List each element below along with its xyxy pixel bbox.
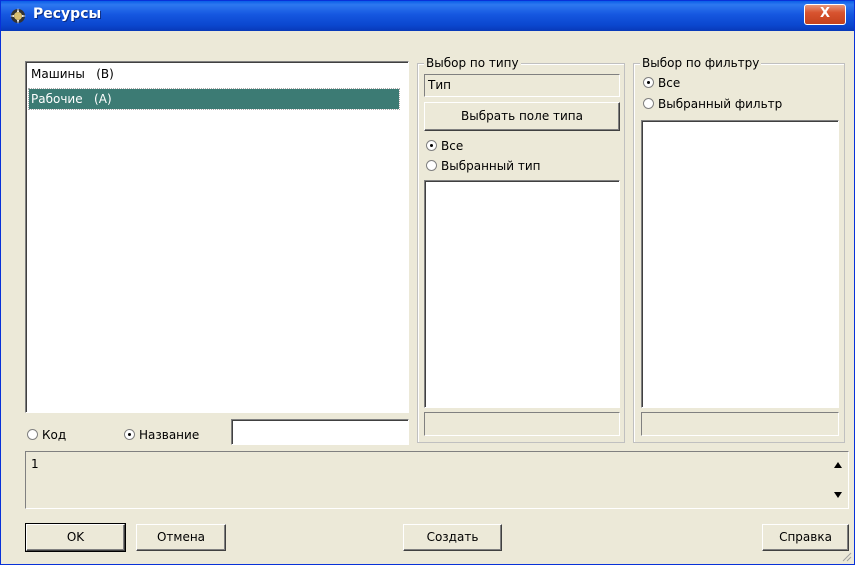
type-filter-group-label: Выбор по типу	[424, 55, 521, 71]
resources-dialog: Ресурсы X Машины (В) Рабочие (А) Код Наз…	[0, 0, 855, 565]
radio-type-all-dot[interactable]	[426, 140, 437, 151]
info-textbox[interactable]: 1	[25, 451, 849, 509]
radio-filter-all-dot[interactable]	[643, 77, 654, 88]
choose-type-field-button[interactable]: Выбрать поле типа	[424, 102, 620, 131]
radio-type-all[interactable]: Все	[426, 138, 463, 154]
type-listbox[interactable]	[424, 180, 620, 408]
resources-listbox[interactable]: Машины (В) Рабочие (А)	[25, 61, 409, 413]
type-status-field	[424, 412, 620, 436]
create-button[interactable]: Создать	[403, 524, 502, 551]
filter-status-field	[641, 412, 839, 436]
radio-type-selected-dot[interactable]	[426, 160, 437, 171]
close-button[interactable]: X	[804, 4, 846, 25]
cancel-button[interactable]: Отмена	[136, 524, 226, 551]
info-text: 1	[31, 457, 39, 471]
radio-type-all-label: Все	[441, 139, 464, 153]
ok-button[interactable]: OK	[25, 523, 126, 552]
filter-group-label: Выбор по фильтру	[640, 55, 762, 71]
radio-name[interactable]: Название	[124, 427, 199, 443]
radio-filter-all[interactable]: Все	[643, 75, 680, 91]
radio-name-label: Название	[139, 428, 200, 442]
window-title: Ресурсы	[33, 6, 102, 22]
radio-code[interactable]: Код	[27, 427, 66, 443]
close-icon: X	[819, 6, 831, 21]
info-scrollbar[interactable]	[828, 452, 848, 508]
radio-filter-selected[interactable]: Выбранный фильтр	[643, 96, 782, 112]
radio-code-label: Код	[42, 428, 67, 442]
list-item-machines[interactable]: Машины (В)	[29, 64, 401, 84]
radio-filter-selected-dot[interactable]	[643, 98, 654, 109]
radio-filter-selected-label: Выбранный фильтр	[658, 97, 783, 111]
app-icon	[10, 8, 26, 24]
list-item-workers[interactable]: Рабочие (А)	[28, 88, 400, 110]
radio-code-dot[interactable]	[27, 429, 38, 440]
scroll-up-icon[interactable]	[834, 462, 842, 468]
title-bar[interactable]: Ресурсы X	[1, 1, 854, 31]
radio-type-selected[interactable]: Выбранный тип	[426, 158, 541, 174]
help-button[interactable]: Справка	[762, 524, 849, 551]
scroll-down-icon[interactable]	[834, 492, 842, 498]
radio-name-dot[interactable]	[124, 429, 135, 440]
type-field: Тип	[424, 74, 620, 97]
resize-grip-icon[interactable]	[840, 550, 852, 562]
radio-filter-all-label: Все	[658, 76, 681, 90]
radio-type-selected-label: Выбранный тип	[441, 159, 541, 173]
filter-listbox[interactable]	[641, 120, 839, 408]
search-input[interactable]	[231, 419, 409, 445]
